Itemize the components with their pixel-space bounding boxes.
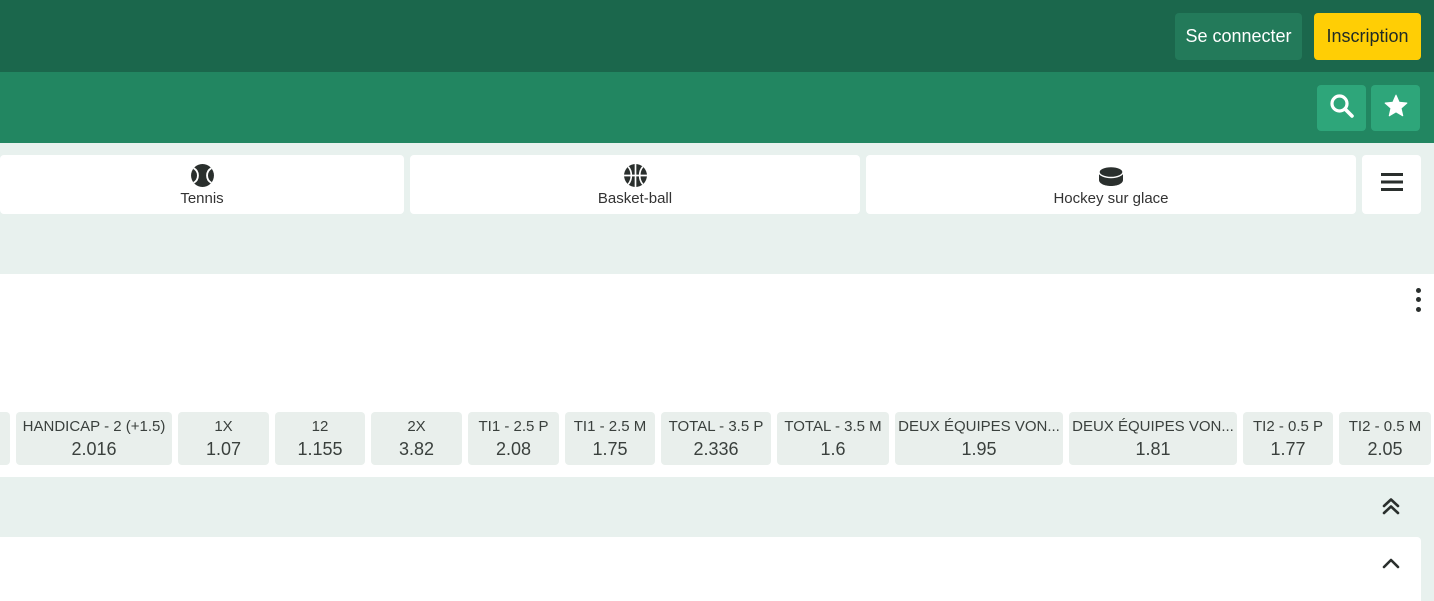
odds-button[interactable]: TI1 - 2.5 P 2.08 [468,412,559,465]
basketball-icon [622,163,648,189]
odds-value: 2.08 [495,438,532,459]
sport-tab-label: Basket-ball [597,189,673,207]
odds-market: TOTAL - 3.5 M [784,417,882,435]
secondary-header [0,72,1434,143]
odds-market: TI2 - 0.5 P [1252,417,1324,435]
collapse-button[interactable] [1379,555,1403,575]
odds-button[interactable]: TI1 - 2.5 M 1.75 [565,412,655,465]
odds-market: HANDICAP - 2 (+1.5) [22,417,166,435]
more-vertical-icon [1415,286,1421,314]
search-button[interactable] [1317,85,1366,131]
odds-value: 2.016 [71,438,117,459]
register-button[interactable]: Inscription [1314,13,1421,60]
odds-market: DEUX ÉQUIPES VON... [1072,417,1234,435]
collapse-all-button[interactable] [1377,496,1405,520]
odds-market: TOTAL - 3.5 P [668,417,764,435]
odds-value: 1.77 [1270,438,1306,459]
top-header: Se connecter Inscription [0,0,1434,72]
login-button[interactable]: Se connecter [1175,13,1302,60]
more-options-button[interactable] [1408,284,1428,316]
sport-tab-tennis[interactable]: Tennis [0,155,404,214]
odds-market: 1X [214,417,233,435]
hockey-puck-icon [1098,163,1124,189]
odds-value: 1.6 [820,438,846,459]
odds-market: TI2 - 0.5 M [1348,417,1422,435]
odds-market: 2X [407,417,426,435]
odds-button[interactable]: DEUX ÉQUIPES VON... 1.95 [895,412,1063,465]
tennis-ball-icon [189,163,215,189]
odds-value: 1.07 [205,438,242,459]
star-icon [1383,93,1409,124]
double-chevron-up-icon [1381,496,1401,521]
odds-button[interactable]: TOTAL - 3.5 M 1.6 [777,412,889,465]
league-card [0,537,1421,601]
odds-button[interactable]: DEUX ÉQUIPES VON... 1.81 [1069,412,1237,465]
odds-value: 3.82 [398,438,435,459]
odds-button[interactable] [0,412,10,465]
odds-button[interactable]: TI2 - 0.5 P 1.77 [1243,412,1333,465]
hamburger-menu-icon [1380,170,1404,199]
odds-button[interactable]: 1X 1.07 [178,412,269,465]
odds-button[interactable]: 12 1.155 [275,412,365,465]
chevron-up-icon [1382,556,1400,575]
odds-value: 1.75 [592,438,628,459]
odds-value: 1.81 [1135,438,1171,459]
event-card: HANDICAP - 2 (+1.5) 2.016 1X 1.07 12 1.1… [0,274,1434,477]
odds-button[interactable]: 2X 3.82 [371,412,462,465]
odds-value: 1.95 [961,438,997,459]
odds-value: 2.05 [1367,438,1403,459]
odds-button[interactable]: TI2 - 0.5 M 2.05 [1339,412,1431,465]
sports-menu-button[interactable] [1362,155,1421,214]
favorites-button[interactable] [1371,85,1420,131]
sport-tab-label: Tennis [180,189,224,207]
odds-market: 12 [311,417,329,435]
sport-tab-basketball[interactable]: Basket-ball [410,155,860,214]
odds-button[interactable]: TOTAL - 3.5 P 2.336 [661,412,771,465]
sport-tab-label: Hockey sur glace [1053,189,1169,207]
odds-market: DEUX ÉQUIPES VON... [898,417,1060,435]
search-icon [1329,93,1355,124]
odds-button[interactable]: HANDICAP - 2 (+1.5) 2.016 [16,412,172,465]
odds-value: 1.155 [297,438,343,459]
odds-market: TI1 - 2.5 P [478,417,549,435]
odds-value: 2.336 [693,438,739,459]
sport-tab-hockey[interactable]: Hockey sur glace [866,155,1356,214]
odds-market: TI1 - 2.5 M [573,417,647,435]
